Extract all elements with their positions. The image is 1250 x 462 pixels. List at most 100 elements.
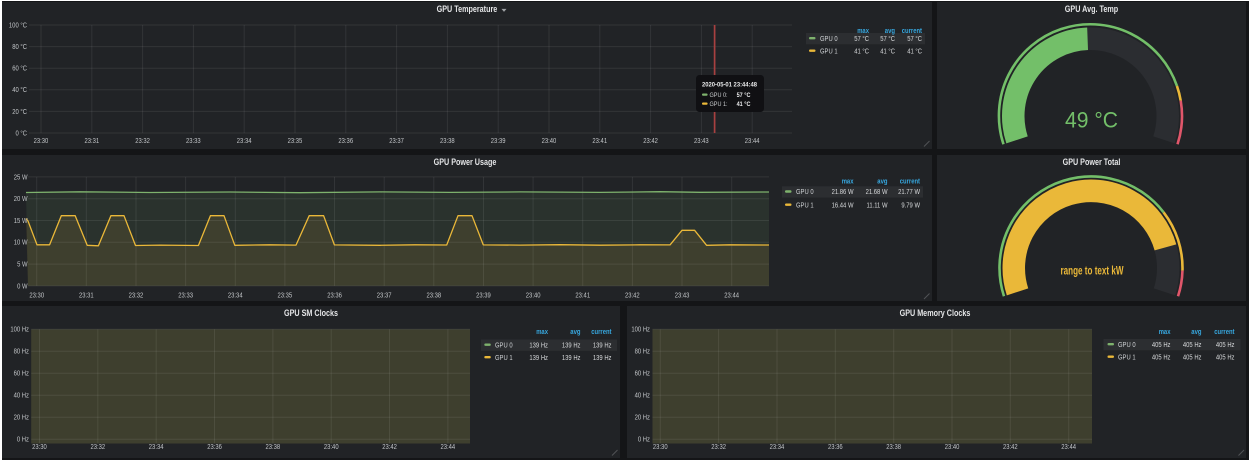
svg-text:40 Hz: 40 Hz — [634, 392, 650, 399]
svg-text:23:30: 23:30 — [32, 444, 47, 451]
svg-text:GPU Power Total: GPU Power Total — [1063, 157, 1121, 167]
svg-text:23:34: 23:34 — [149, 444, 164, 451]
svg-text:23:42: 23:42 — [382, 444, 397, 451]
svg-text:10 W: 10 W — [14, 239, 28, 246]
svg-text:23:38: 23:38 — [427, 292, 442, 299]
svg-text:GPU Memory Clocks: GPU Memory Clocks — [899, 308, 970, 318]
svg-text:57 °C: 57 °C — [907, 35, 922, 43]
svg-text:23:41: 23:41 — [592, 138, 607, 145]
svg-text:max: max — [857, 28, 869, 35]
svg-text:80 Hz: 80 Hz — [634, 348, 650, 355]
svg-text:max: max — [536, 329, 548, 336]
svg-text:23:30: 23:30 — [29, 292, 44, 299]
svg-text:100 °C: 100 °C — [9, 21, 27, 29]
svg-text:40 °C: 40 °C — [12, 86, 27, 94]
svg-text:23:44: 23:44 — [441, 444, 456, 451]
svg-text:23:43: 23:43 — [675, 292, 690, 299]
svg-text:avg: avg — [570, 329, 580, 336]
svg-text:23:35: 23:35 — [288, 138, 303, 145]
svg-text:23:34: 23:34 — [769, 444, 784, 451]
svg-text:100 Hz: 100 Hz — [631, 326, 650, 333]
svg-text:current: current — [1214, 329, 1235, 336]
svg-text:405 Hz: 405 Hz — [1182, 354, 1201, 361]
svg-text:current: current — [591, 329, 612, 336]
svg-text:139 Hz: 139 Hz — [562, 342, 581, 349]
svg-text:GPU 0: GPU 0 — [820, 36, 838, 43]
svg-text:23:40: 23:40 — [324, 444, 339, 451]
svg-text:16.44 W: 16.44 W — [832, 202, 854, 209]
svg-text:current: current — [900, 178, 921, 185]
svg-text:GPU 0: GPU 0 — [796, 189, 814, 196]
svg-text:23:44: 23:44 — [724, 292, 739, 299]
svg-text:23:38: 23:38 — [886, 444, 901, 451]
svg-text:max: max — [842, 178, 854, 185]
svg-text:40 Hz: 40 Hz — [14, 392, 30, 399]
svg-text:41 °C: 41 °C — [737, 100, 751, 108]
svg-text:20 W: 20 W — [14, 196, 28, 203]
svg-text:21.86 W: 21.86 W — [832, 189, 854, 196]
svg-text:23:34: 23:34 — [237, 138, 252, 145]
svg-text:9.79 W: 9.79 W — [901, 202, 920, 209]
svg-text:23:44: 23:44 — [745, 138, 760, 145]
svg-text:57 °C: 57 °C — [854, 35, 869, 43]
svg-text:405 Hz: 405 Hz — [1151, 341, 1170, 348]
svg-text:23:40: 23:40 — [944, 444, 959, 451]
svg-text:57 °C: 57 °C — [737, 91, 751, 99]
svg-text:GPU 0:: GPU 0: — [710, 92, 728, 99]
svg-text:GPU Temperature: GPU Temperature — [437, 4, 498, 14]
svg-text:139 Hz: 139 Hz — [562, 354, 581, 361]
svg-text:11.11 W: 11.11 W — [867, 202, 888, 209]
svg-text:139 Hz: 139 Hz — [593, 354, 612, 361]
svg-text:25 W: 25 W — [14, 174, 28, 181]
svg-text:100 Hz: 100 Hz — [10, 326, 29, 333]
svg-text:60 °C: 60 °C — [12, 65, 27, 73]
svg-text:GPU 1:: GPU 1: — [710, 101, 728, 108]
svg-text:max: max — [1158, 329, 1170, 336]
svg-text:GPU 1: GPU 1 — [495, 354, 513, 361]
svg-text:23:39: 23:39 — [491, 138, 506, 145]
svg-text:23:40: 23:40 — [542, 138, 557, 145]
svg-text:23:37: 23:37 — [389, 138, 404, 145]
svg-text:21.68 W: 21.68 W — [866, 189, 888, 196]
svg-text:23:32: 23:32 — [91, 444, 106, 451]
svg-text:23:30: 23:30 — [652, 444, 667, 451]
svg-text:23:32: 23:32 — [129, 292, 144, 299]
svg-text:23:31: 23:31 — [79, 292, 94, 299]
svg-text:23:34: 23:34 — [228, 292, 243, 299]
svg-text:range to text kW: range to text kW — [1061, 263, 1124, 277]
svg-text:49 °C: 49 °C — [1065, 108, 1118, 133]
svg-text:23:35: 23:35 — [278, 292, 293, 299]
svg-text:41 °C: 41 °C — [907, 47, 922, 55]
svg-text:20 Hz: 20 Hz — [634, 414, 650, 421]
svg-text:23:30: 23:30 — [34, 138, 49, 145]
svg-text:23:31: 23:31 — [85, 138, 100, 145]
svg-text:current: current — [902, 28, 923, 35]
svg-text:405 Hz: 405 Hz — [1215, 354, 1234, 361]
svg-text:23:41: 23:41 — [575, 292, 590, 299]
svg-text:41 °C: 41 °C — [854, 47, 869, 55]
svg-text:2020-05-01 23:44:48: 2020-05-01 23:44:48 — [702, 82, 757, 89]
svg-text:avg: avg — [1191, 329, 1201, 336]
svg-text:GPU 1: GPU 1 — [796, 202, 814, 209]
svg-text:23:42: 23:42 — [643, 138, 658, 145]
svg-text:20 °C: 20 °C — [12, 108, 27, 116]
svg-text:23:42: 23:42 — [1003, 444, 1018, 451]
svg-text:23:42: 23:42 — [625, 292, 640, 299]
svg-text:405 Hz: 405 Hz — [1151, 354, 1170, 361]
svg-text:23:33: 23:33 — [186, 138, 201, 145]
svg-text:23:32: 23:32 — [135, 138, 150, 145]
svg-text:5 W: 5 W — [17, 261, 28, 268]
svg-text:23:32: 23:32 — [711, 444, 726, 451]
svg-text:GPU 1: GPU 1 — [1118, 354, 1136, 361]
svg-text:avg: avg — [877, 178, 887, 185]
svg-text:139 Hz: 139 Hz — [529, 342, 548, 349]
svg-text:21.77 W: 21.77 W — [898, 189, 920, 196]
svg-text:GPU 0: GPU 0 — [495, 342, 513, 349]
svg-text:GPU 1: GPU 1 — [820, 48, 838, 55]
svg-text:23:33: 23:33 — [178, 292, 193, 299]
svg-text:0 Hz: 0 Hz — [17, 436, 30, 443]
svg-text:GPU 0: GPU 0 — [1118, 341, 1136, 348]
svg-text:80 °C: 80 °C — [12, 43, 27, 51]
svg-text:GPU Power Usage: GPU Power Usage — [434, 157, 497, 167]
svg-text:23:38: 23:38 — [266, 444, 281, 451]
